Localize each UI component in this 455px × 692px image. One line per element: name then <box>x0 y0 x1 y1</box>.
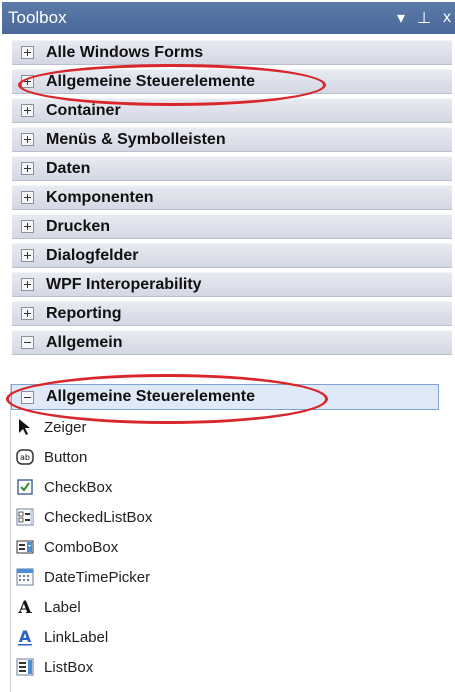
expanded-category-panel: Allgemeine Steuerelemente Zeiger ab Butt… <box>10 384 455 692</box>
tool-item-button[interactable]: ab Button <box>11 442 441 472</box>
category-menues-symbolleisten[interactable]: Menüs & Symbolleisten <box>12 127 452 152</box>
category-allgemeine-steuerelemente[interactable]: Allgemeine Steuerelemente <box>12 69 452 94</box>
tool-item-label[interactable]: A Label <box>11 592 441 622</box>
checkbox-icon <box>16 478 34 496</box>
close-icon[interactable]: x <box>443 9 451 27</box>
category-label: Dialogfelder <box>46 246 139 264</box>
expand-icon[interactable] <box>21 75 34 88</box>
expand-icon[interactable] <box>21 104 34 117</box>
category-label: Allgemeine Steuerelemente <box>46 72 255 90</box>
tool-item-zeiger[interactable]: Zeiger <box>11 412 441 442</box>
category-dialogfelder[interactable]: Dialogfelder <box>12 243 452 268</box>
listbox-icon <box>16 658 34 676</box>
category-wpf-interoperability[interactable]: WPF Interoperability <box>12 272 452 297</box>
toolbox-panel: Toolbox ▾ ⊥ x Alle Windows Forms Allgeme… <box>0 0 455 376</box>
tool-label: CheckedListBox <box>44 508 153 526</box>
category-alle-windows-forms[interactable]: Alle Windows Forms <box>12 40 452 65</box>
category-label: Komponenten <box>46 188 154 206</box>
expand-icon[interactable] <box>21 46 34 59</box>
category-label: WPF Interoperability <box>46 275 202 293</box>
linklabel-icon: A <box>16 628 34 646</box>
tool-item-datetimepicker[interactable]: DateTimePicker <box>11 562 441 592</box>
category-komponenten[interactable]: Komponenten <box>12 185 452 210</box>
tool-label: LinkLabel <box>44 628 109 646</box>
datetimepicker-icon <box>16 568 34 586</box>
category-list: Alle Windows Forms Allgemeine Steuerelem… <box>12 40 452 359</box>
tool-item-checkbox[interactable]: CheckBox <box>11 472 441 502</box>
category-reporting[interactable]: Reporting <box>12 301 452 326</box>
tool-item-checkedlistbox[interactable]: CheckedListBox <box>11 502 441 532</box>
expand-icon[interactable] <box>21 249 34 262</box>
toolbox-title: Toolbox <box>8 8 67 27</box>
label-icon: A <box>16 598 34 616</box>
expand-icon[interactable] <box>21 220 34 233</box>
category-label: Allgemein <box>46 333 123 351</box>
tool-label: ListBox <box>44 658 94 676</box>
tool-label: CheckBox <box>44 478 113 496</box>
pin-icon[interactable]: ⊥ <box>417 8 431 28</box>
expand-icon[interactable] <box>21 162 34 175</box>
expanded-category-label: Allgemeine Steuerelemente <box>46 388 255 405</box>
category-container[interactable]: Container <box>12 98 452 123</box>
expand-icon[interactable] <box>21 278 34 291</box>
tool-label: Button <box>44 448 88 466</box>
tool-item-listbox[interactable]: ListBox <box>11 652 441 682</box>
tool-label: Zeiger <box>44 418 87 436</box>
category-daten[interactable]: Daten <box>12 156 452 181</box>
category-label: Drucken <box>46 217 111 235</box>
category-drucken[interactable]: Drucken <box>12 214 452 239</box>
panel-divider <box>0 376 455 384</box>
category-label: Reporting <box>46 304 122 322</box>
svg-text:ab: ab <box>20 453 30 462</box>
pointer-icon <box>16 418 34 436</box>
expand-icon[interactable] <box>21 133 34 146</box>
collapse-icon[interactable] <box>21 336 34 349</box>
combobox-icon <box>16 538 34 556</box>
toolbox-titlebar[interactable]: Toolbox ▾ ⊥ x <box>2 2 455 34</box>
category-label: Alle Windows Forms <box>46 43 204 61</box>
category-label: Menüs & Symbolleisten <box>46 130 226 148</box>
button-icon: ab <box>16 448 34 466</box>
checkedlistbox-icon <box>16 508 34 526</box>
category-label: Daten <box>46 159 91 177</box>
tool-item-linklabel[interactable]: A LinkLabel <box>11 622 441 652</box>
tool-item-combobox[interactable]: ComboBox <box>11 532 441 562</box>
svg-text:A: A <box>19 628 32 646</box>
expand-icon[interactable] <box>21 307 34 320</box>
dropdown-icon[interactable]: ▾ <box>397 8 405 28</box>
window-controls: ▾ ⊥ x <box>397 2 455 34</box>
tool-label: DateTimePicker <box>44 568 151 586</box>
expand-icon[interactable] <box>21 191 34 204</box>
svg-text:A: A <box>17 598 32 616</box>
expanded-category-header[interactable]: Allgemeine Steuerelemente <box>11 384 439 410</box>
tool-list: Zeiger ab Button CheckBox CheckedListBox… <box>11 412 441 682</box>
collapse-icon[interactable] <box>21 390 34 404</box>
tool-label: Label <box>44 598 81 616</box>
category-label: Container <box>46 101 121 119</box>
category-allgemein[interactable]: Allgemein <box>12 330 452 355</box>
tool-label: ComboBox <box>44 538 119 556</box>
